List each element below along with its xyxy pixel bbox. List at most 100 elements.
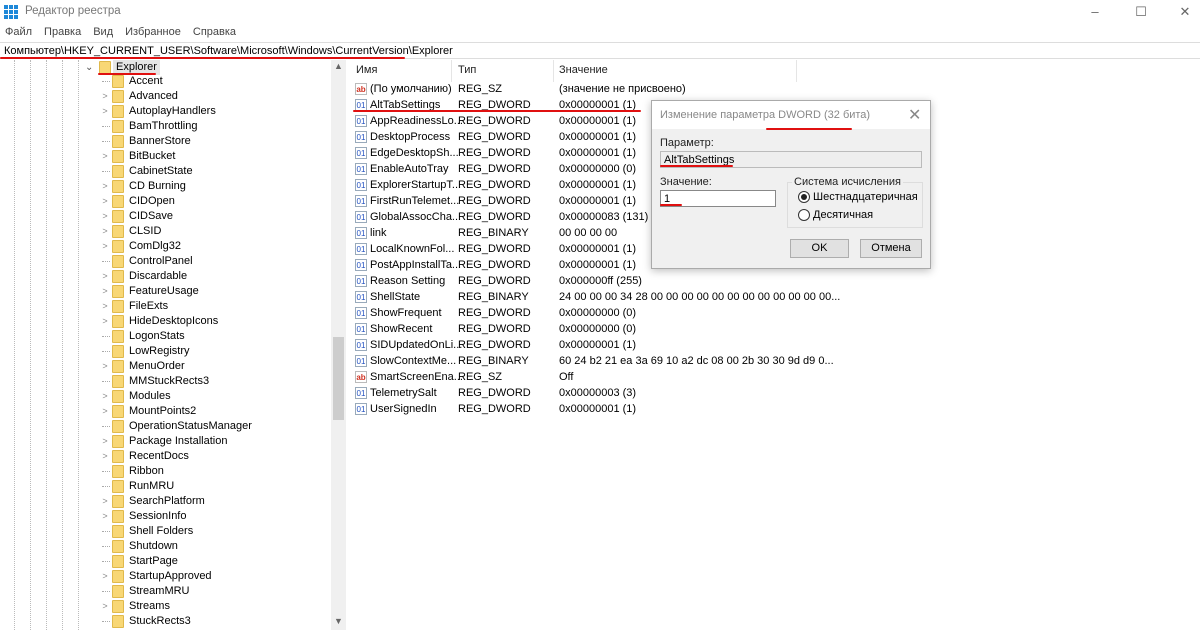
close-button[interactable]: ✕: [1170, 2, 1200, 22]
chevron-right-icon[interactable]: >: [100, 89, 110, 104]
tree-scrollbar[interactable]: ▲ ▼: [331, 60, 346, 630]
list-row[interactable]: 01 Reason Setting REG_DWORD 0x000000ff (255…: [350, 273, 1200, 289]
list-row[interactable]: 01 ShowRecent REG_DWORD 0x00000000 (0): [350, 321, 1200, 337]
value-type: REG_BINARY: [458, 291, 529, 303]
value-data: 0x00000001 (1): [559, 131, 637, 143]
cancel-button[interactable]: Отмена: [860, 239, 922, 258]
scroll-down-icon[interactable]: ▼: [334, 616, 343, 626]
folder-icon: [112, 255, 124, 268]
chevron-right-icon[interactable]: >: [100, 494, 110, 509]
tree-item-label: Advanced: [129, 90, 178, 102]
maximize-button[interactable]: ☐: [1126, 2, 1156, 22]
scrollbar-thumb[interactable]: [333, 337, 344, 420]
column-header-value[interactable]: Значение: [559, 64, 608, 76]
value-data: 0x00000000 (0): [559, 163, 637, 175]
column-header-name[interactable]: Имя: [356, 64, 377, 76]
tree-connector: [102, 381, 110, 382]
value-name: AppReadinessLo...: [370, 115, 463, 127]
folder-icon: [112, 165, 124, 178]
folder-icon: [112, 210, 124, 223]
list-row[interactable]: 01 ShellState REG_BINARY 24 00 00 00 34 28 …: [350, 289, 1200, 305]
chevron-right-icon[interactable]: >: [100, 389, 110, 404]
chevron-right-icon[interactable]: >: [100, 314, 110, 329]
key-tree: ⌄ Explorer Accent > Advanced > AutoplayHandl…: [0, 60, 346, 630]
tree-item-label: MMStuckRects3: [129, 375, 210, 387]
menu-favorites[interactable]: Избранное: [125, 26, 181, 38]
menu-help[interactable]: Справка: [193, 26, 236, 38]
value-data: 0x00000000 (0): [559, 307, 637, 319]
value-name: ExplorerStartupT...: [370, 179, 462, 191]
value-data: 0x00000001 (1): [559, 115, 637, 127]
value-type: REG_BINARY: [458, 355, 529, 367]
chevron-right-icon[interactable]: >: [100, 149, 110, 164]
folder-icon: [112, 555, 124, 568]
menu-view[interactable]: Вид: [93, 26, 113, 38]
ok-button[interactable]: OK: [790, 239, 849, 258]
chevron-right-icon[interactable]: >: [100, 104, 110, 119]
chevron-right-icon[interactable]: >: [100, 239, 110, 254]
list-row[interactable]: 01 SlowContextMe... REG_BINARY 60 24 b2 21 …: [350, 353, 1200, 369]
list-row[interactable]: 01 TelemetrySalt REG_DWORD 0x00000003 (3): [350, 385, 1200, 401]
tree-item-label: StuckRects3: [129, 615, 191, 627]
minimize-button[interactable]: –: [1080, 2, 1110, 22]
radio-selected-icon[interactable]: [798, 191, 810, 203]
chevron-right-icon[interactable]: >: [100, 209, 110, 224]
tree-item-label: LogonStats: [129, 330, 185, 342]
value-name: PostAppInstallTa...: [370, 259, 462, 271]
radio-unselected-icon[interactable]: [798, 209, 810, 221]
chevron-right-icon[interactable]: >: [100, 404, 110, 419]
regedit-app-icon: [4, 5, 18, 19]
tree-connector: [102, 561, 110, 562]
list-row[interactable]: ab (По умолчанию) REG_SZ (значение не присв…: [350, 81, 1200, 97]
folder-icon: [112, 180, 124, 193]
value-type: REG_DWORD: [458, 243, 531, 255]
scroll-up-icon[interactable]: ▲: [334, 61, 343, 71]
list-row[interactable]: 01 SIDUpdatedOnLi... REG_DWORD 0x00000001 (…: [350, 337, 1200, 353]
dialog-close-icon[interactable]: ✕: [908, 105, 921, 125]
folder-icon: [112, 585, 124, 598]
list-row[interactable]: 01 ShowFrequent REG_DWORD 0x00000000 (0): [350, 305, 1200, 321]
value-data: 0x00000001 (1): [559, 403, 637, 415]
chevron-right-icon[interactable]: >: [100, 434, 110, 449]
folder-icon: [112, 345, 124, 358]
folder-icon: [112, 405, 124, 418]
tree-item-label: ControlPanel: [129, 255, 193, 267]
tree-item-label: BitBucket: [129, 150, 176, 162]
folder-icon: [112, 615, 124, 628]
binary-value-icon: 01: [355, 179, 367, 191]
value-type: REG_DWORD: [458, 339, 531, 351]
folder-icon: [112, 540, 124, 553]
edit-dword-dialog: Изменение параметра DWORD (32 бита) ✕ Па…: [651, 100, 931, 269]
list-row[interactable]: 01 UserSignedIn REG_DWORD 0x00000001 (1): [350, 401, 1200, 417]
menu-file[interactable]: Файл: [5, 26, 32, 38]
value-name: EdgeDesktopSh...: [370, 147, 459, 159]
chevron-down-icon[interactable]: ⌄: [85, 60, 93, 75]
tree-connector: [102, 621, 110, 622]
tree-item-label: FileExts: [129, 300, 169, 312]
chevron-right-icon[interactable]: >: [100, 284, 110, 299]
tree-item-label: StreamMRU: [129, 585, 190, 597]
chevron-right-icon[interactable]: >: [100, 179, 110, 194]
column-header-type[interactable]: Тип: [458, 64, 476, 76]
value-type: REG_DWORD: [458, 323, 531, 335]
chevron-right-icon[interactable]: >: [100, 599, 110, 614]
chevron-right-icon[interactable]: >: [100, 359, 110, 374]
binary-value-icon: 01: [355, 227, 367, 239]
value-name: SmartScreenEna...: [370, 371, 463, 383]
chevron-right-icon[interactable]: >: [100, 449, 110, 464]
chevron-right-icon[interactable]: >: [100, 224, 110, 239]
annotation-underline: [353, 110, 641, 112]
chevron-right-icon[interactable]: >: [100, 569, 110, 584]
menu-edit[interactable]: Правка: [44, 26, 81, 38]
tree-connector: [102, 591, 110, 592]
chevron-right-icon[interactable]: >: [100, 269, 110, 284]
chevron-right-icon[interactable]: >: [100, 299, 110, 314]
value-type: REG_SZ: [458, 83, 503, 95]
chevron-right-icon[interactable]: >: [100, 194, 110, 209]
annotation-underline: [660, 165, 733, 167]
tree-item-label: CIDSave: [129, 210, 174, 222]
chevron-right-icon[interactable]: >: [100, 509, 110, 524]
value-name: LocalKnownFol...: [370, 243, 455, 255]
list-row[interactable]: ab SmartScreenEna... REG_SZ Off: [350, 369, 1200, 385]
folder-icon: [112, 495, 124, 508]
